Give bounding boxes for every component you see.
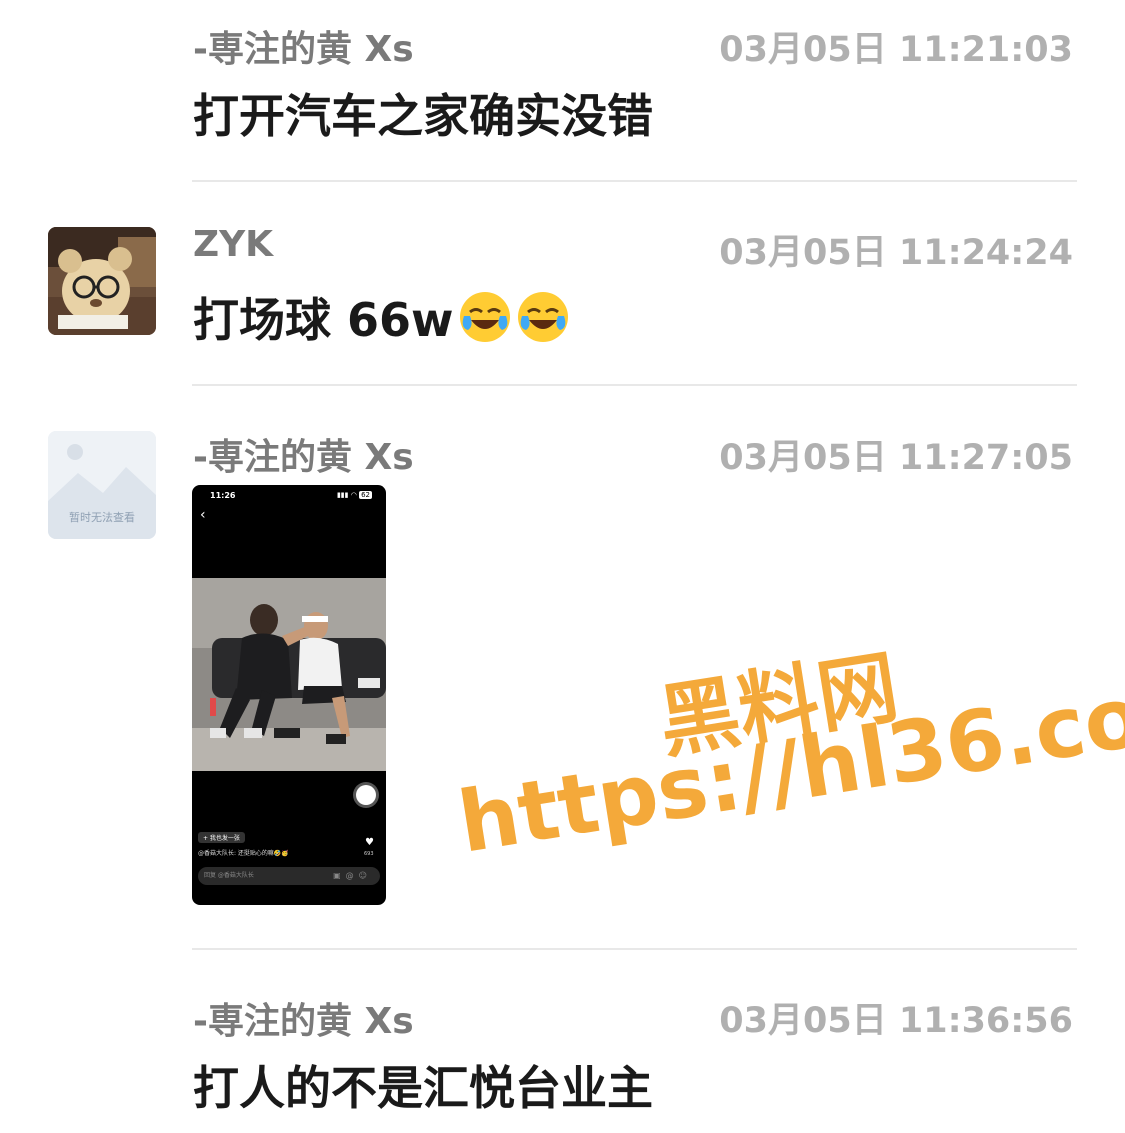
sender-name[interactable]: -専注的黄 Xs [193,20,414,72]
message-divider [192,384,1077,386]
avatar-placeholder[interactable]: 暂时无法查看 [48,431,156,539]
message-text[interactable]: 打开汽车之家确实没错 [193,80,653,146]
message-text[interactable]: 打场球 66w [193,284,570,350]
sender-name[interactable]: -専注的黄 Xs [193,428,414,480]
reply-action-icons[interactable]: ▣@☺ [333,867,372,885]
bear-avatar-icon [48,227,156,335]
post-also-chip[interactable]: + 我也发一张 [198,832,245,843]
reply-input[interactable]: 回复 @香菇大队长 ▣@☺ [198,867,380,885]
status-time: 11:26 [210,491,236,500]
battery-level: 62 [359,491,372,499]
back-chevron-icon: ‹ [200,507,206,523]
avatar-zyk[interactable] [48,227,156,335]
message-divider [192,948,1077,950]
message-text[interactable]: 打人的不是汇悦台业主 [193,1052,653,1118]
video-frame [192,578,386,771]
record-button[interactable] [356,785,376,805]
message-text-content: 打场球 66w [193,293,454,347]
sender-name[interactable]: -専注的黄 Xs [193,992,414,1044]
message-timestamp: 03月05日 11:36:56 [719,1001,1073,1041]
message-timestamp: 03月05日 11:24:24 [719,233,1073,273]
face-with-tears-of-joy-icon [458,290,512,344]
shared-screenshot-image[interactable]: 11:26 ▮▮▮ ◠ 62 ‹ + 我也发一张 @香菇大队长: 还挺贴心的嘛🤣… [192,485,386,905]
message-timestamp: 03月05日 11:27:05 [719,438,1073,478]
like-count: 693 [364,851,374,857]
status-icons: ▮▮▮ ◠ 62 [336,491,372,499]
heart-icon[interactable]: ♥ [365,837,374,848]
face-with-tears-of-joy-icon [516,290,570,344]
placeholder-label: 暂时无法查看 [69,511,135,524]
reply-placeholder: 回复 @香菇大队长 [204,872,254,879]
sender-name[interactable]: ZYK [193,224,273,265]
message-divider [192,180,1077,182]
video-caption: @香菇大队长: 还挺贴心的嘛🤣🥳 [198,850,289,857]
message-timestamp: 03月05日 11:21:03 [719,30,1073,70]
